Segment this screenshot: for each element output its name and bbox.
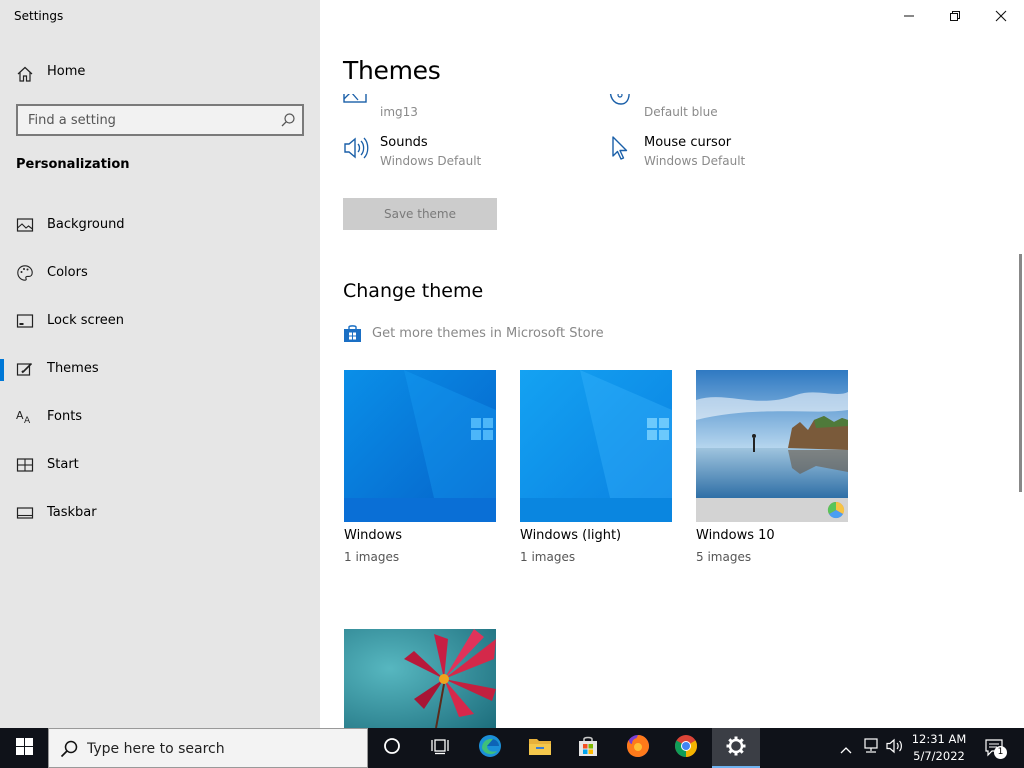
mouse-cursor-value: Windows Default [644,154,746,168]
minimize-button[interactable] [886,0,932,32]
notification-count: 1 [994,746,1007,759]
microsoft-store-button[interactable] [564,728,612,768]
sidebar-item-colors[interactable]: Colors [0,253,320,293]
mouse-cursor-icon [607,134,635,162]
find-setting-input[interactable] [18,106,268,134]
network-icon [862,738,880,758]
network-button[interactable] [861,738,881,758]
theme-thumbnail [696,370,848,522]
taskbar-icon [16,504,34,522]
sidebar-item-lock-screen[interactable]: Lock screen [0,301,320,341]
clock-date: 5/7/2022 [913,749,965,763]
sidebar: Settings Home Personalization Background [0,0,320,728]
sidebar-item-background[interactable]: Background [0,205,320,245]
sidebar-item-label: Home [47,64,86,79]
sound-icon [343,134,371,162]
file-explorer-icon [528,736,552,760]
task-view-button[interactable] [416,728,464,768]
sidebar-item-label: Lock screen [47,313,124,328]
theme-name: Windows (light) [520,528,622,543]
scroll-clip [320,86,1020,94]
search-icon[interactable] [280,112,296,128]
sidebar-item-label: Background [47,217,125,232]
show-hidden-icons-button[interactable] [836,738,856,758]
sidebar-item-label: Colors [47,265,88,280]
sidebar-item-themes[interactable]: Themes [0,349,320,389]
app-title: Settings [14,9,64,23]
windows-logo-icon [15,737,33,759]
theme-image-count: 1 images [520,550,576,564]
theme-name: Windows 10 [696,528,775,543]
clock-time: 12:31 AM [911,732,967,746]
background-icon [16,216,34,234]
home-icon [16,65,34,83]
firefox-icon [626,734,650,762]
chrome-icon [674,734,698,762]
chrome-button[interactable] [662,728,710,768]
close-icon [995,7,1007,26]
search-icon [59,739,79,759]
theme-thumbnail [520,370,672,522]
sidebar-item-label: Taskbar [47,505,97,520]
volume-icon [886,738,904,758]
theme-image-count: 1 images [344,550,400,564]
restore-icon [949,7,961,26]
taskbar-search-box[interactable] [48,728,368,768]
settings-icon [725,735,747,761]
theme-image-count: 5 images [696,550,752,564]
firefox-button[interactable] [614,728,662,768]
page-title: Themes [343,56,441,85]
color-value: Default blue [644,105,718,119]
sidebar-item-label: Fonts [47,409,83,424]
palette-icon [16,264,34,282]
minimize-icon [903,7,915,26]
cortana-button[interactable] [368,728,416,768]
task-view-icon [430,737,450,759]
sounds-value: Windows Default [380,154,482,168]
background-value: img13 [380,105,418,119]
store-bag-icon [343,324,362,343]
save-theme-button[interactable]: Save theme [343,198,497,230]
restore-button[interactable] [932,0,978,32]
sidebar-item-fonts[interactable]: AA Fonts [0,397,320,437]
edge-button[interactable] [466,728,514,768]
active-indicator [0,359,4,381]
find-setting-search[interactable] [16,104,304,136]
theme-name: Windows [344,528,403,543]
taskbar: 12:31 AM 5/7/2022 1 [0,728,1024,768]
settings-button[interactable] [712,728,760,768]
cortana-icon [383,737,401,759]
mouse-cursor-label: Mouse cursor [644,135,732,150]
svg-text:A: A [24,416,31,426]
edge-icon [478,734,502,762]
scrollbar-thumb[interactable] [1019,254,1022,492]
store-link-label: Get more themes in Microsoft Store [372,326,604,341]
action-center-button[interactable]: 1 [982,738,1008,759]
settings-window: Settings Home Personalization Background [0,0,1024,728]
system-clock[interactable]: 12:31 AM 5/7/2022 [908,731,970,765]
change-theme-heading: Change theme [343,280,484,302]
section-title: Personalization [16,157,130,172]
fonts-icon: AA [16,408,34,426]
sidebar-item-label: Start [47,457,79,472]
sidebar-item-taskbar[interactable]: Taskbar [0,493,320,533]
sidebar-item-label: Themes [47,361,99,376]
microsoft-store-icon [577,735,599,761]
themes-icon [16,360,34,378]
sidebar-item-start[interactable]: Start [0,445,320,485]
file-explorer-button[interactable] [516,728,564,768]
sidebar-item-home[interactable]: Home [0,58,320,88]
theme-thumbnail [344,629,496,728]
close-button[interactable] [978,0,1024,32]
svg-text:A: A [16,409,24,422]
lock-screen-icon [16,312,34,330]
start-icon [16,456,34,474]
theme-thumbnail [344,370,496,522]
notification-icon: 1 [984,738,1007,759]
start-button[interactable] [0,728,48,768]
chevron-up-icon [840,739,852,758]
sounds-label: Sounds [380,135,428,150]
volume-button[interactable] [885,738,905,758]
taskbar-search-input[interactable] [87,737,357,761]
